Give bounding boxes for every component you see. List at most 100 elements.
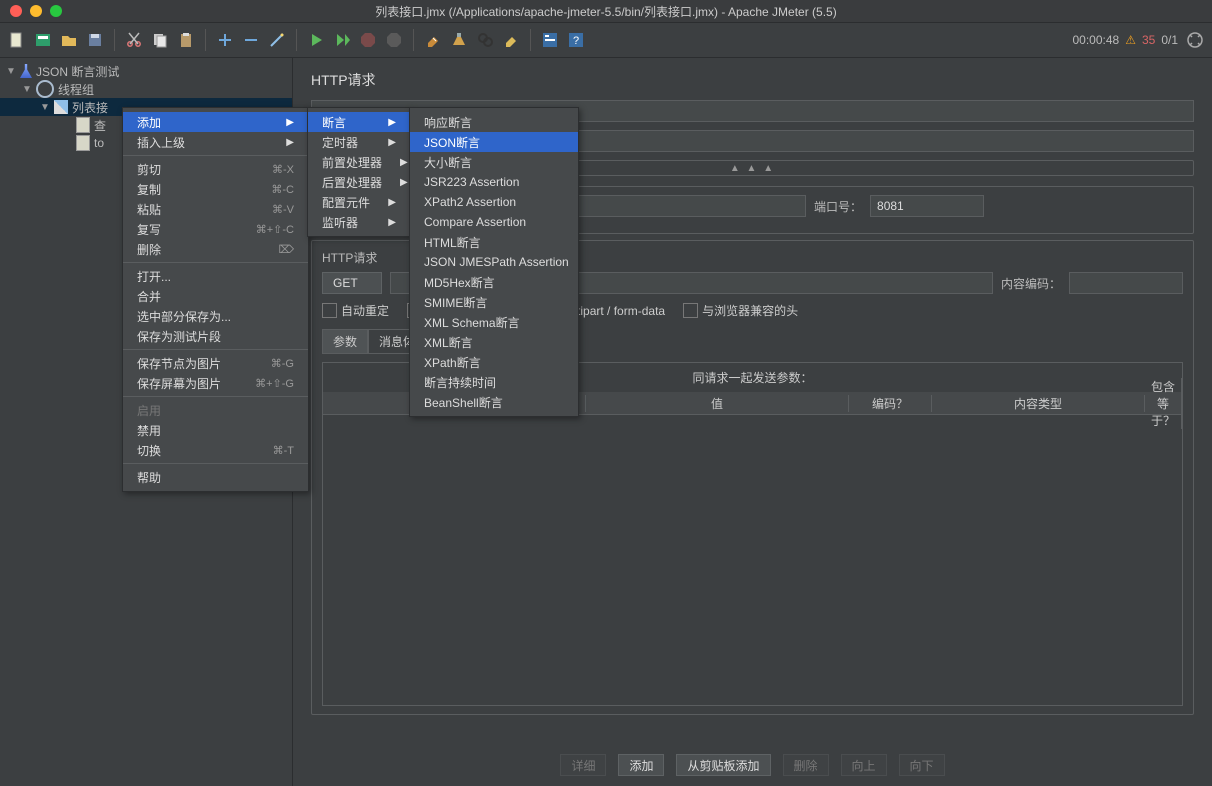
- gear-icon: [36, 80, 54, 98]
- th-value: 值: [586, 395, 849, 412]
- remove-icon[interactable]: [240, 29, 262, 51]
- menu-enable[interactable]: 启用: [123, 400, 308, 420]
- stop-icon[interactable]: [357, 29, 379, 51]
- reset-search-icon[interactable]: [500, 29, 522, 51]
- new-icon[interactable]: [6, 29, 28, 51]
- assert-compare[interactable]: Compare Assertion: [410, 212, 578, 232]
- tree-node-testplan[interactable]: ▼ JSON 断言测试: [0, 62, 292, 80]
- file-icon: [76, 117, 90, 133]
- menu-save-node-img[interactable]: 保存节点为图片⌘-G: [123, 353, 308, 373]
- menu-disable[interactable]: 禁用: [123, 420, 308, 440]
- th-ctype: 内容类型: [932, 395, 1145, 412]
- assert-duration[interactable]: 断言持续时间: [410, 372, 578, 392]
- menu-open[interactable]: 打开...: [123, 266, 308, 286]
- paste-icon[interactable]: [175, 29, 197, 51]
- add-button[interactable]: 添加: [618, 754, 664, 776]
- shutdown-icon[interactable]: [383, 29, 405, 51]
- up-button[interactable]: 向上: [841, 754, 887, 776]
- params-table-body[interactable]: [322, 415, 1183, 706]
- func-helper-icon[interactable]: [539, 29, 561, 51]
- paste-button[interactable]: 从剪贴板添加: [676, 754, 770, 776]
- menu-save-selection[interactable]: 选中部分保存为...: [123, 306, 308, 326]
- clear-icon[interactable]: [422, 29, 444, 51]
- menu-duplicate[interactable]: 复写⌘+⇧-C: [123, 219, 308, 239]
- cb-auto-redirect[interactable]: 自动重定: [322, 302, 389, 319]
- submenu-postprocessor[interactable]: 后置处理器▶: [308, 172, 410, 192]
- submenu-add: 断言▶ 定时器▶ 前置处理器▶ 后置处理器▶ 配置元件▶ 监听器▶: [307, 107, 411, 237]
- submenu-timer[interactable]: 定时器▶: [308, 132, 410, 152]
- file-icon: [76, 135, 90, 151]
- window-controls: [0, 5, 62, 17]
- tree-label: JSON 断言测试: [36, 63, 119, 80]
- save-icon[interactable]: [84, 29, 106, 51]
- error-count: 35: [1142, 33, 1155, 47]
- submenu-config[interactable]: 配置元件▶: [308, 192, 410, 212]
- menu-save-screen-img[interactable]: 保存屏幕为图片⌘+⇧-G: [123, 373, 308, 393]
- tree-label: 列表接: [72, 99, 108, 116]
- minimize-window-icon[interactable]: [30, 5, 42, 17]
- down-button[interactable]: 向下: [899, 754, 945, 776]
- detail-button[interactable]: 详细: [560, 754, 606, 776]
- submenu-assertions[interactable]: 断言▶: [308, 112, 410, 132]
- submenu-preprocessor[interactable]: 前置处理器▶: [308, 152, 410, 172]
- assert-size[interactable]: 大小断言: [410, 152, 578, 172]
- menu-save-fragment[interactable]: 保存为测试片段: [123, 326, 308, 346]
- assert-response[interactable]: 响应断言: [410, 112, 578, 132]
- assert-xmlschema[interactable]: XML Schema断言: [410, 312, 578, 332]
- cut-icon[interactable]: [123, 29, 145, 51]
- menu-insert-parent[interactable]: 插入上级▶: [123, 132, 308, 152]
- open-icon[interactable]: [58, 29, 80, 51]
- assert-md5hex[interactable]: MD5Hex断言: [410, 272, 578, 292]
- add-icon[interactable]: [214, 29, 236, 51]
- toolbar: ? 00:00:48 ⚠ 35 0/1: [0, 23, 1212, 58]
- templates-icon[interactable]: [32, 29, 54, 51]
- copy-icon[interactable]: [149, 29, 171, 51]
- menu-paste[interactable]: 粘贴⌘-V: [123, 199, 308, 219]
- th-encode: 编码？: [849, 395, 932, 412]
- th-include: 包含等于？: [1145, 378, 1182, 429]
- menu-merge[interactable]: 合并: [123, 286, 308, 306]
- thread-count: 0/1: [1161, 33, 1178, 47]
- help-icon[interactable]: ?: [565, 29, 587, 51]
- assert-beanshell[interactable]: BeanShell断言: [410, 392, 578, 412]
- port-input[interactable]: [870, 195, 984, 217]
- close-window-icon[interactable]: [10, 5, 22, 17]
- panel-title: HTTP请求: [311, 70, 1194, 90]
- assert-xpath[interactable]: XPath断言: [410, 352, 578, 372]
- clearall-icon[interactable]: [448, 29, 470, 51]
- cb-browser-headers[interactable]: 与浏览器兼容的头: [683, 302, 798, 319]
- menu-delete[interactable]: 删除⌦: [123, 239, 308, 259]
- search-icon[interactable]: [474, 29, 496, 51]
- method-select[interactable]: GET: [322, 272, 382, 294]
- run-notimers-icon[interactable]: [331, 29, 353, 51]
- assert-jmespath[interactable]: JSON JMESPath Assertion: [410, 252, 578, 272]
- expand-icon[interactable]: [1184, 29, 1206, 51]
- assert-xml[interactable]: XML断言: [410, 332, 578, 352]
- assert-json[interactable]: JSON断言: [410, 132, 578, 152]
- menu-help[interactable]: 帮助: [123, 467, 308, 487]
- run-icon[interactable]: [305, 29, 327, 51]
- wand-icon[interactable]: [266, 29, 288, 51]
- zoom-window-icon[interactable]: [50, 5, 62, 17]
- tree-label: to: [94, 136, 104, 150]
- submenu-listener[interactable]: 监听器▶: [308, 212, 410, 232]
- delete-button[interactable]: 删除: [783, 754, 829, 776]
- port-label: 端口号：: [814, 198, 862, 215]
- encoding-label: 内容编码：: [1001, 275, 1061, 292]
- tree-node-threadgroup[interactable]: ▼ 线程组: [0, 80, 292, 98]
- menu-add[interactable]: 添加▶: [123, 112, 308, 132]
- tab-params[interactable]: 参数: [322, 329, 368, 354]
- warning-icon[interactable]: ⚠: [1125, 33, 1136, 47]
- menu-toggle[interactable]: 切换⌘-T: [123, 440, 308, 460]
- assert-jsr223[interactable]: JSR223 Assertion: [410, 172, 578, 192]
- toolbar-status: 00:00:48 ⚠ 35 0/1: [1072, 29, 1206, 51]
- menu-copy[interactable]: 复制⌘-C: [123, 179, 308, 199]
- menu-cut[interactable]: 剪切⌘-X: [123, 159, 308, 179]
- assert-smime[interactable]: SMIME断言: [410, 292, 578, 312]
- assert-xpath2[interactable]: XPath2 Assertion: [410, 192, 578, 212]
- elapsed-time: 00:00:48: [1072, 33, 1119, 47]
- encoding-input[interactable]: [1069, 272, 1183, 294]
- assert-html[interactable]: HTML断言: [410, 232, 578, 252]
- tree-label: 线程组: [58, 81, 94, 98]
- tree-label: 查: [94, 117, 106, 134]
